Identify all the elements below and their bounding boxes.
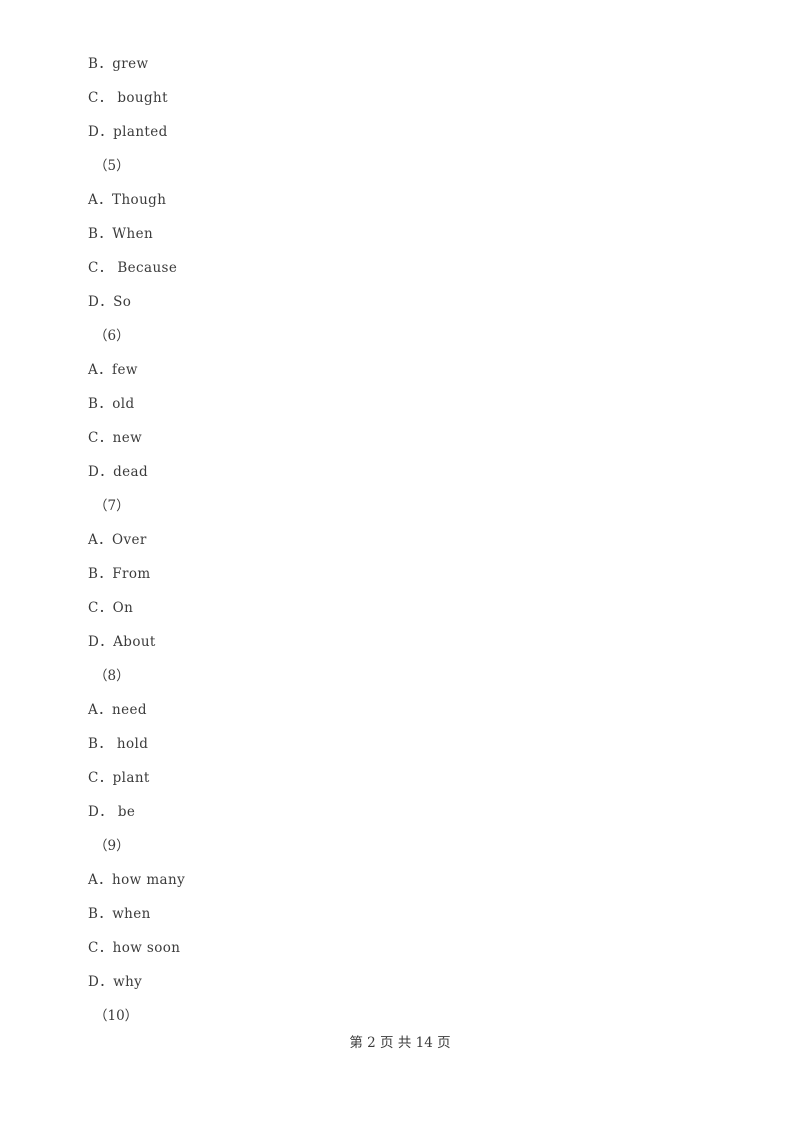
- answer-option: B．when: [88, 906, 151, 922]
- answer-option: C．On: [88, 600, 134, 616]
- answer-option: A．Though: [88, 192, 167, 208]
- page-footer: 第 2 页 共 14 页: [349, 1035, 451, 1051]
- answer-option: D．dead: [88, 464, 149, 480]
- answer-option: A．few: [88, 362, 138, 378]
- answer-option: B． hold: [88, 736, 149, 752]
- question-number: （8）: [94, 668, 130, 684]
- answer-option: A．how many: [88, 872, 186, 888]
- answer-option: D． be: [88, 804, 136, 820]
- question-number: （5）: [94, 158, 130, 174]
- answer-option: D．why: [88, 974, 143, 990]
- answer-option: B．grew: [88, 56, 149, 72]
- answer-option: C． bought: [88, 90, 168, 106]
- question-number: （9）: [94, 838, 130, 854]
- answer-option: C． Because: [88, 260, 178, 276]
- answer-option: B．old: [88, 396, 135, 412]
- answer-option: B．From: [88, 566, 151, 582]
- question-number: （10）: [94, 1008, 139, 1024]
- answer-option: D．So: [88, 294, 132, 310]
- answer-option: C．how soon: [88, 940, 181, 956]
- answer-option: D．About: [88, 634, 156, 650]
- question-options-list: B．grew C． bought D．planted （5） A．Though B．Whe…: [88, 47, 708, 1033]
- answer-option: C．plant: [88, 770, 150, 786]
- document-page: B．grew C． bought D．planted （5） A．Though B．Whe…: [0, 0, 800, 1132]
- answer-option: A．need: [88, 702, 147, 718]
- question-number: （7）: [94, 498, 130, 514]
- answer-option: B．When: [88, 226, 154, 242]
- answer-option: C．new: [88, 430, 143, 446]
- answer-option: D．planted: [88, 124, 168, 140]
- answer-option: A．Over: [88, 532, 147, 548]
- question-number: （6）: [94, 328, 130, 344]
